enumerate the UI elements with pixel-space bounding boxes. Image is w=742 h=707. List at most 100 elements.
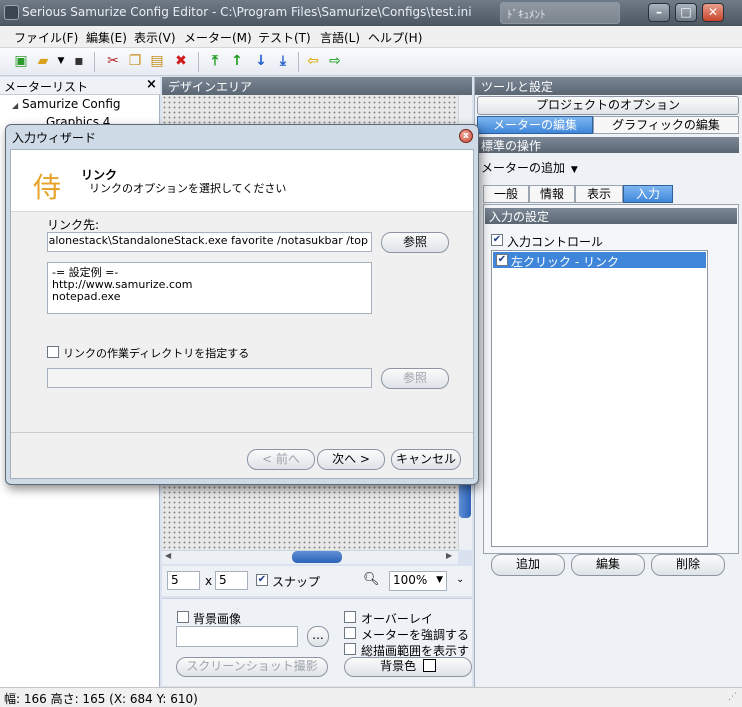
grid-y-input[interactable]: 5 bbox=[215, 571, 248, 590]
tab-graphic-edit[interactable]: グラフィックの編集 bbox=[593, 116, 739, 134]
move-up-icon[interactable]: ↑ bbox=[228, 52, 246, 70]
cut-icon[interactable]: ✂ bbox=[104, 52, 122, 70]
dialog-close-button[interactable]: x bbox=[459, 129, 473, 143]
overlay-checkbox[interactable] bbox=[344, 611, 356, 623]
workdir-checkbox[interactable] bbox=[47, 346, 59, 358]
tools-panel: ツールと設定 プロジェクトのオプション メーターの編集 グラフィックの編集 標準… bbox=[474, 77, 742, 687]
chevron-down-icon[interactable]: ▼ bbox=[571, 165, 578, 175]
input-wizard-dialog: 入力ウィザード x 侍 リンク リンクのオプションを選択してください リンク先:… bbox=[5, 124, 479, 485]
example-line: notepad.exe bbox=[52, 290, 121, 303]
zoom-icon[interactable]: 🔍︎ bbox=[363, 572, 381, 590]
chevron-down-icon[interactable]: ▼ bbox=[436, 575, 443, 585]
menu-help[interactable]: ヘルプ(H) bbox=[368, 29, 422, 46]
input-list[interactable]: ✔ 左クリック - リンク bbox=[491, 250, 708, 547]
workdir-input[interactable] bbox=[47, 368, 372, 388]
add-meter-dropdown[interactable]: メーターの追加 ▼ bbox=[481, 159, 578, 176]
snap-label: スナップ bbox=[272, 575, 321, 589]
maximize-button[interactable]: □ bbox=[675, 3, 697, 22]
delete-button[interactable]: 削除 bbox=[651, 554, 725, 576]
move-down-icon[interactable]: ↓ bbox=[252, 52, 270, 70]
list-item-label: 左クリック - リンク bbox=[511, 255, 619, 269]
dialog-title: 入力ウィザード bbox=[12, 131, 97, 145]
std-ops-header: 標準の操作 bbox=[477, 137, 739, 153]
close-icon[interactable]: × bbox=[146, 77, 157, 92]
new-file-icon[interactable]: ▣ bbox=[12, 52, 30, 70]
title-bar: Serious Samurize Config Editor - C:\Prog… bbox=[0, 0, 742, 26]
expand-icon[interactable]: ⌄ bbox=[456, 574, 464, 585]
subtab-display[interactable]: 表示 bbox=[575, 185, 623, 203]
link-target-label: リンク先: bbox=[47, 218, 100, 232]
edit-button[interactable]: 編集 bbox=[571, 554, 645, 576]
arrow-left-icon[interactable]: ⇦ bbox=[304, 52, 322, 70]
arrow-right-icon[interactable]: ⇨ bbox=[326, 52, 344, 70]
status-text: 幅: 166 高さ: 165 (X: 684 Y: 610) bbox=[4, 692, 198, 706]
highlight-label: メーターを強調する bbox=[361, 628, 470, 642]
menu-file[interactable]: ファイル(F) bbox=[14, 29, 78, 46]
design-area-header: デザインエリア bbox=[162, 77, 472, 95]
cancel-button[interactable]: キャンセル bbox=[391, 449, 461, 470]
link-target-input[interactable]: \standalonestack\StandaloneStack.exe fav… bbox=[47, 232, 372, 252]
bg-image-checkbox[interactable] bbox=[177, 611, 189, 623]
zoom-select[interactable]: 100% ▼ bbox=[389, 571, 447, 591]
chevron-down-icon[interactable]: ▼ bbox=[52, 52, 70, 70]
tree-expand-icon[interactable]: ◢ bbox=[12, 101, 18, 110]
dialog-subheading: リンクのオプションを選択してください bbox=[89, 182, 287, 195]
draw-range-checkbox[interactable] bbox=[344, 643, 356, 655]
horizontal-scroll-thumb[interactable] bbox=[292, 551, 342, 563]
move-top-icon[interactable]: ⤒ bbox=[206, 52, 224, 70]
menu-language[interactable]: 言語(L) bbox=[320, 29, 360, 46]
copy-icon[interactable]: ❐ bbox=[126, 52, 144, 70]
input-settings-header: 入力の設定 bbox=[485, 208, 737, 224]
next-button[interactable]: 次へ > bbox=[317, 449, 385, 470]
menu-edit[interactable]: 編集(E) bbox=[86, 29, 127, 46]
tree-item-label: Samurize Config bbox=[21, 97, 121, 111]
menu-test[interactable]: テスト(T) bbox=[258, 29, 311, 46]
subtab-general[interactable]: 一般 bbox=[483, 185, 529, 203]
browse-workdir-button[interactable]: 参照 bbox=[381, 368, 449, 389]
minimize-button[interactable]: – bbox=[648, 3, 670, 22]
window-title: Serious Samurize Config Editor - C:\Prog… bbox=[22, 5, 472, 19]
grid-x-input[interactable]: 5 bbox=[167, 571, 200, 590]
browse-button[interactable]: 参照 bbox=[381, 232, 449, 253]
bg-color-button[interactable]: 背景色 bbox=[344, 657, 472, 677]
move-bottom-icon[interactable]: ⤓ bbox=[274, 52, 292, 70]
overlay-label: オーバーレイ bbox=[361, 612, 433, 626]
screenshot-button[interactable]: スクリーンショット撮影 bbox=[176, 657, 328, 677]
input-control-checkbox[interactable]: ✔ bbox=[491, 234, 503, 246]
delete-icon[interactable]: ✖ bbox=[172, 52, 190, 70]
save-icon[interactable]: ▪ bbox=[70, 52, 88, 70]
zoom-value: 100% bbox=[393, 573, 428, 587]
scroll-left-icon[interactable]: ◀ bbox=[165, 551, 171, 560]
tools-header: ツールと設定 bbox=[475, 77, 742, 95]
vertical-scroll-thumb[interactable] bbox=[459, 480, 471, 518]
open-folder-icon[interactable]: ▰ bbox=[34, 52, 52, 70]
highlight-checkbox[interactable] bbox=[344, 627, 356, 639]
grid-separator: x bbox=[205, 574, 213, 588]
status-bar: 幅: 166 高さ: 165 (X: 684 Y: 610) ⋰ bbox=[0, 687, 742, 707]
menu-view[interactable]: 表示(V) bbox=[134, 29, 176, 46]
subtab-input[interactable]: 入力 bbox=[623, 185, 673, 203]
samurai-logo-icon: 侍 bbox=[33, 171, 62, 204]
tree-item-root[interactable]: ◢ Samurize Config bbox=[12, 97, 121, 111]
example-textarea[interactable]: -= 設定例 =- http://www.samurize.com notepa… bbox=[47, 262, 372, 314]
meter-list-title: メーターリスト bbox=[4, 80, 89, 94]
list-item[interactable]: ✔ 左クリック - リンク bbox=[493, 252, 706, 269]
list-item-checkbox[interactable]: ✔ bbox=[496, 254, 508, 266]
bg-image-input[interactable] bbox=[176, 626, 298, 647]
tab-meter-edit[interactable]: メーターの編集 bbox=[477, 116, 593, 134]
resize-grip-icon[interactable]: ⋰ bbox=[728, 692, 737, 702]
snap-checkbox[interactable]: ✔ bbox=[256, 574, 268, 586]
background-window-tab[interactable]: ﾄﾞｷｭﾒﾝﾄ bbox=[500, 2, 620, 24]
subtab-info[interactable]: 情報 bbox=[529, 185, 575, 203]
input-control-label: 入力コントロール bbox=[507, 235, 604, 249]
paste-icon[interactable]: ▤ bbox=[148, 52, 166, 70]
toolbar-separator bbox=[198, 52, 199, 72]
back-button[interactable]: < 前へ bbox=[247, 449, 315, 470]
browse-bg-button[interactable]: ... bbox=[307, 626, 329, 647]
close-window-button[interactable]: ✕ bbox=[702, 3, 724, 22]
add-button[interactable]: 追加 bbox=[491, 554, 565, 576]
project-options-button[interactable]: プロジェクトのオプション bbox=[477, 96, 739, 115]
meter-list-header: メーターリスト × bbox=[0, 77, 160, 95]
menu-meter[interactable]: メーター(M) bbox=[184, 29, 252, 46]
scroll-right-icon[interactable]: ▶ bbox=[446, 551, 452, 560]
